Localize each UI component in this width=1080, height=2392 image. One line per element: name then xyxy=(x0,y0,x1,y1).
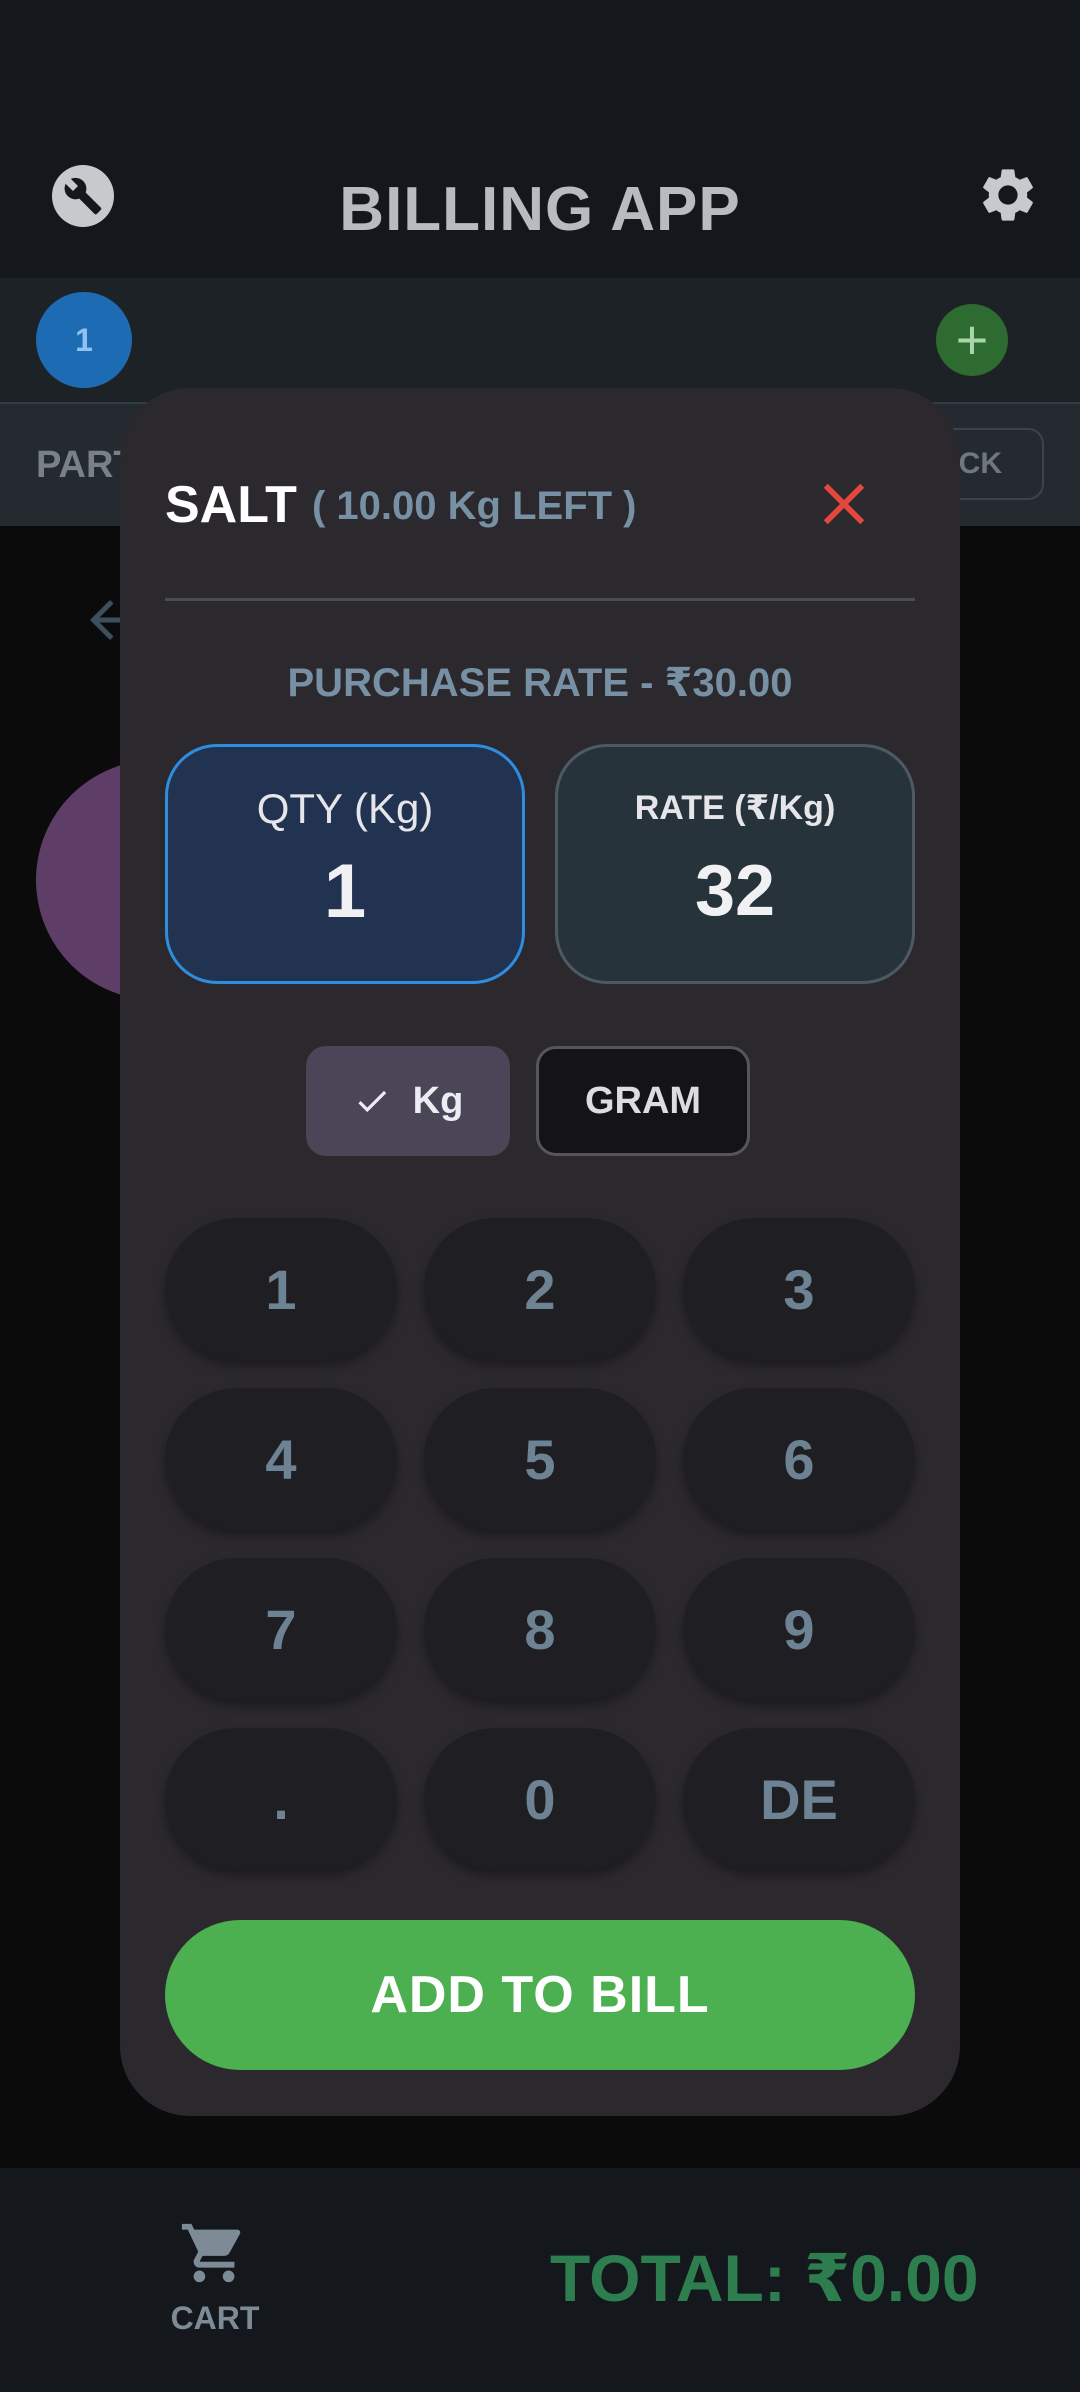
gear-icon[interactable] xyxy=(975,162,1041,228)
status-bar xyxy=(0,0,1080,140)
unit-gram-toggle[interactable]: GRAM xyxy=(536,1046,750,1156)
qty-label: QTY (Kg) xyxy=(256,785,434,832)
keypad-key-9[interactable]: 9 xyxy=(683,1558,915,1700)
unit-kg-label: Kg xyxy=(412,1079,464,1122)
keypad-key-3[interactable]: 3 xyxy=(683,1218,915,1360)
bill-tabs-row xyxy=(0,278,1080,404)
cart-label[interactable]: CART xyxy=(140,2300,290,2337)
keypad-key-5[interactable]: 5 xyxy=(424,1388,656,1530)
keypad-key-0[interactable]: 0 xyxy=(424,1728,656,1870)
item-name: SALT xyxy=(165,476,297,534)
bill-tab-1[interactable]: 1 xyxy=(36,292,132,388)
keypad-key-6[interactable]: 6 xyxy=(683,1388,915,1530)
qty-value[interactable]: 1 xyxy=(165,848,525,935)
cart-icon[interactable] xyxy=(176,2218,252,2288)
add-to-bill-button[interactable]: ADD TO BILL xyxy=(165,1920,915,2070)
close-icon[interactable] xyxy=(812,472,876,536)
unit-kg-toggle[interactable]: Kg xyxy=(306,1046,510,1156)
divider xyxy=(165,598,915,601)
purchase-rate: PURCHASE RATE - ₹30.00 xyxy=(287,661,793,705)
total-amount: TOTAL: ₹0.00 xyxy=(550,2241,979,2315)
rate-value[interactable]: 32 xyxy=(555,850,915,932)
keypad-key-delete[interactable]: DE xyxy=(683,1728,915,1870)
stock-left: ( 10.00 Kg LEFT ) xyxy=(312,484,637,528)
wrench-icon[interactable] xyxy=(52,165,114,227)
keypad-key-7[interactable]: 7 xyxy=(165,1558,397,1700)
add-bill-tab-button[interactable]: + xyxy=(936,304,1008,376)
check-icon xyxy=(358,1090,386,1113)
app-title: BILLING APP xyxy=(339,174,741,244)
keypad-key-1[interactable]: 1 xyxy=(165,1218,397,1360)
rate-label: RATE (₹/Kg) xyxy=(634,789,836,827)
keypad-key-2[interactable]: 2 xyxy=(424,1218,656,1360)
keypad-key-8[interactable]: 8 xyxy=(424,1558,656,1700)
keypad-key-4[interactable]: 4 xyxy=(165,1388,397,1530)
plus-icon: + xyxy=(955,308,989,371)
unit-gram-label: GRAM xyxy=(584,1079,702,1122)
keypad-key-dot[interactable]: . xyxy=(165,1728,397,1870)
